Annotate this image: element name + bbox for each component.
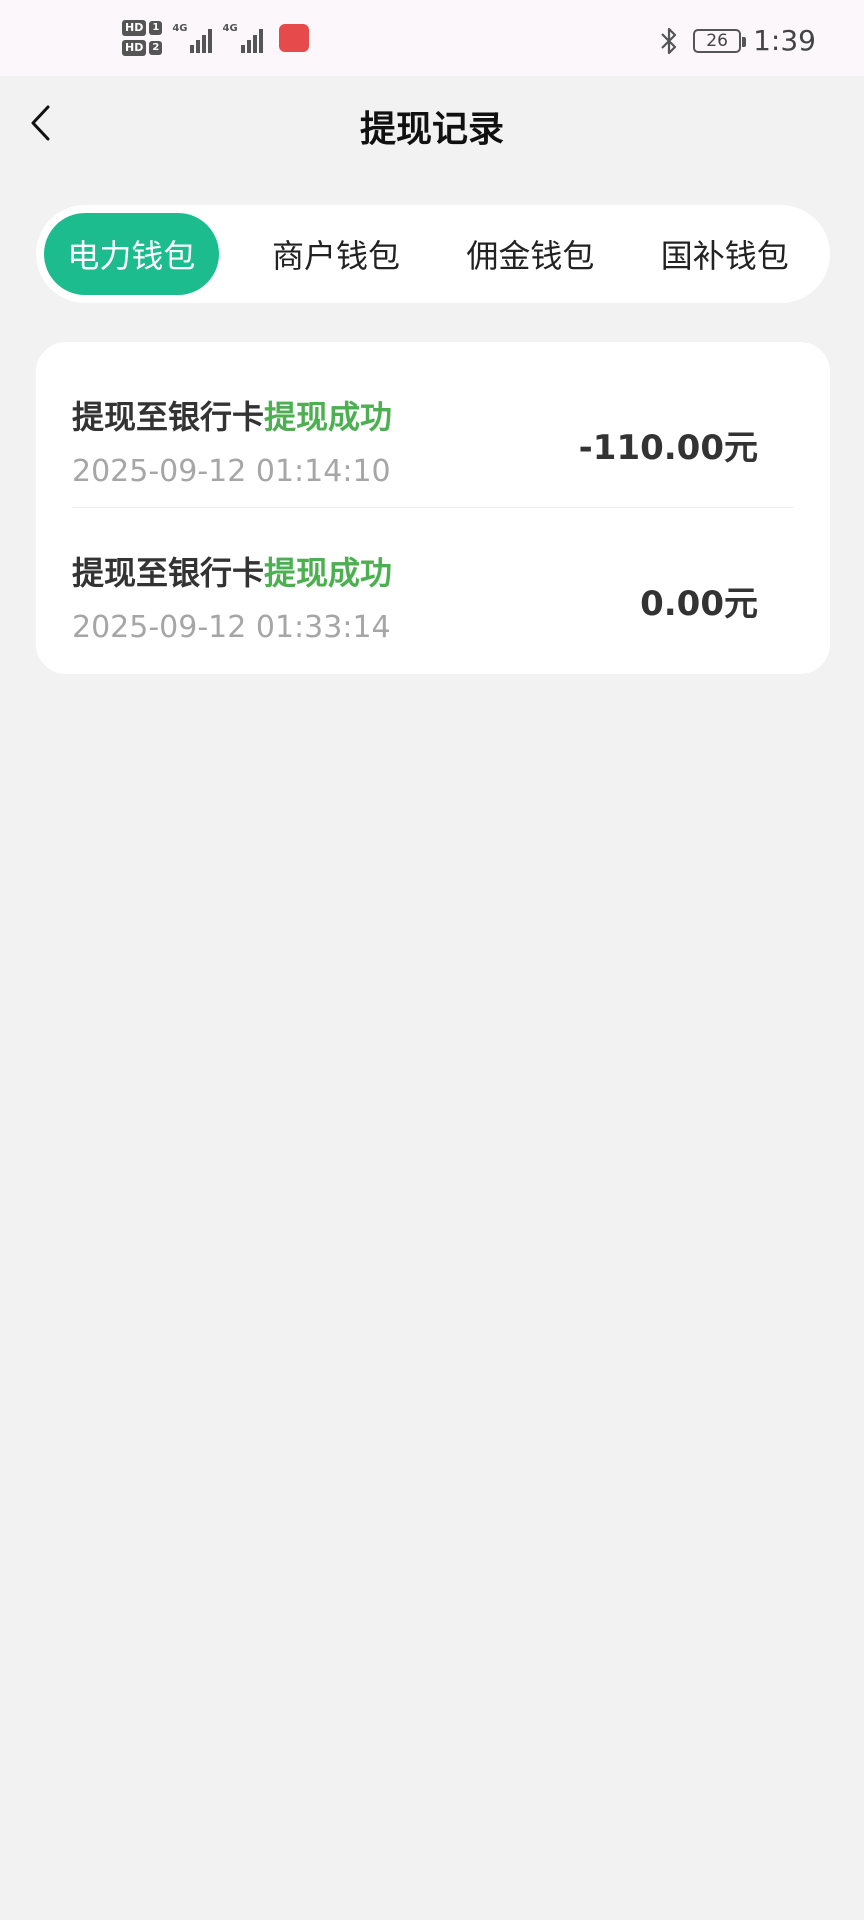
tab-power-wallet[interactable]: 电力钱包 — [44, 213, 219, 295]
page-title: 提现记录 — [359, 109, 504, 150]
sim-number: 2 — [149, 41, 163, 55]
list-item[interactable]: 提现至银行卡提现成功 2025-09-12 01:14:10 -110.00元 — [72, 352, 794, 507]
record-time: 2025-09-12 01:33:14 — [72, 610, 391, 645]
status-bar: HD 1 HD 2 4G 4G 26 1:39 — [0, 0, 864, 76]
wallet-tabs: 电力钱包 商户钱包 佣金钱包 国补钱包 — [36, 205, 830, 303]
bluetooth-icon — [661, 27, 677, 54]
record-status: 提现成功 — [264, 554, 393, 592]
record-title: 提现至银行卡提现成功 — [72, 548, 392, 594]
app-notification-icon — [278, 24, 309, 52]
record-title: 提现至银行卡提现成功 — [72, 392, 392, 438]
tab-commission-wallet[interactable]: 佣金钱包 — [433, 213, 627, 295]
status-time: 1:39 — [753, 24, 816, 57]
tab-subsidy-wallet[interactable]: 国补钱包 — [628, 213, 822, 295]
status-right: 26 1:39 — [657, 24, 816, 57]
nav-header: 提现记录 — [0, 76, 864, 176]
signal-icon: 4G — [222, 23, 263, 53]
record-time: 2025-09-12 01:14:10 — [72, 454, 391, 489]
record-type: 提现至银行卡 — [72, 398, 265, 436]
battery-icon: 26 — [693, 28, 747, 53]
sim-indicators: HD 1 HD 2 — [122, 20, 163, 56]
network-type: 4G — [222, 23, 238, 34]
hd-badge: HD — [122, 40, 147, 56]
network-type: 4G — [172, 23, 188, 34]
sim-number: 1 — [149, 21, 163, 35]
status-left: HD 1 HD 2 4G 4G — [122, 20, 309, 56]
signal-icon: 4G — [172, 23, 213, 53]
tab-merchant-wallet[interactable]: 商户钱包 — [239, 213, 433, 295]
record-amount: -110.00元 — [578, 428, 758, 468]
sim1-indicator: HD 1 — [122, 20, 163, 36]
sim2-indicator: HD 2 — [122, 40, 163, 56]
record-amount: 0.00元 — [640, 584, 758, 624]
battery-level: 26 — [706, 30, 728, 51]
record-status: 提现成功 — [264, 398, 393, 436]
record-type: 提现至银行卡 — [72, 554, 265, 592]
list-item[interactable]: 提现至银行卡提现成功 2025-09-12 01:33:14 0.00元 — [72, 507, 794, 663]
withdrawal-record-list: 提现至银行卡提现成功 2025-09-12 01:14:10 -110.00元 … — [36, 342, 830, 674]
hd-badge: HD — [122, 20, 147, 36]
